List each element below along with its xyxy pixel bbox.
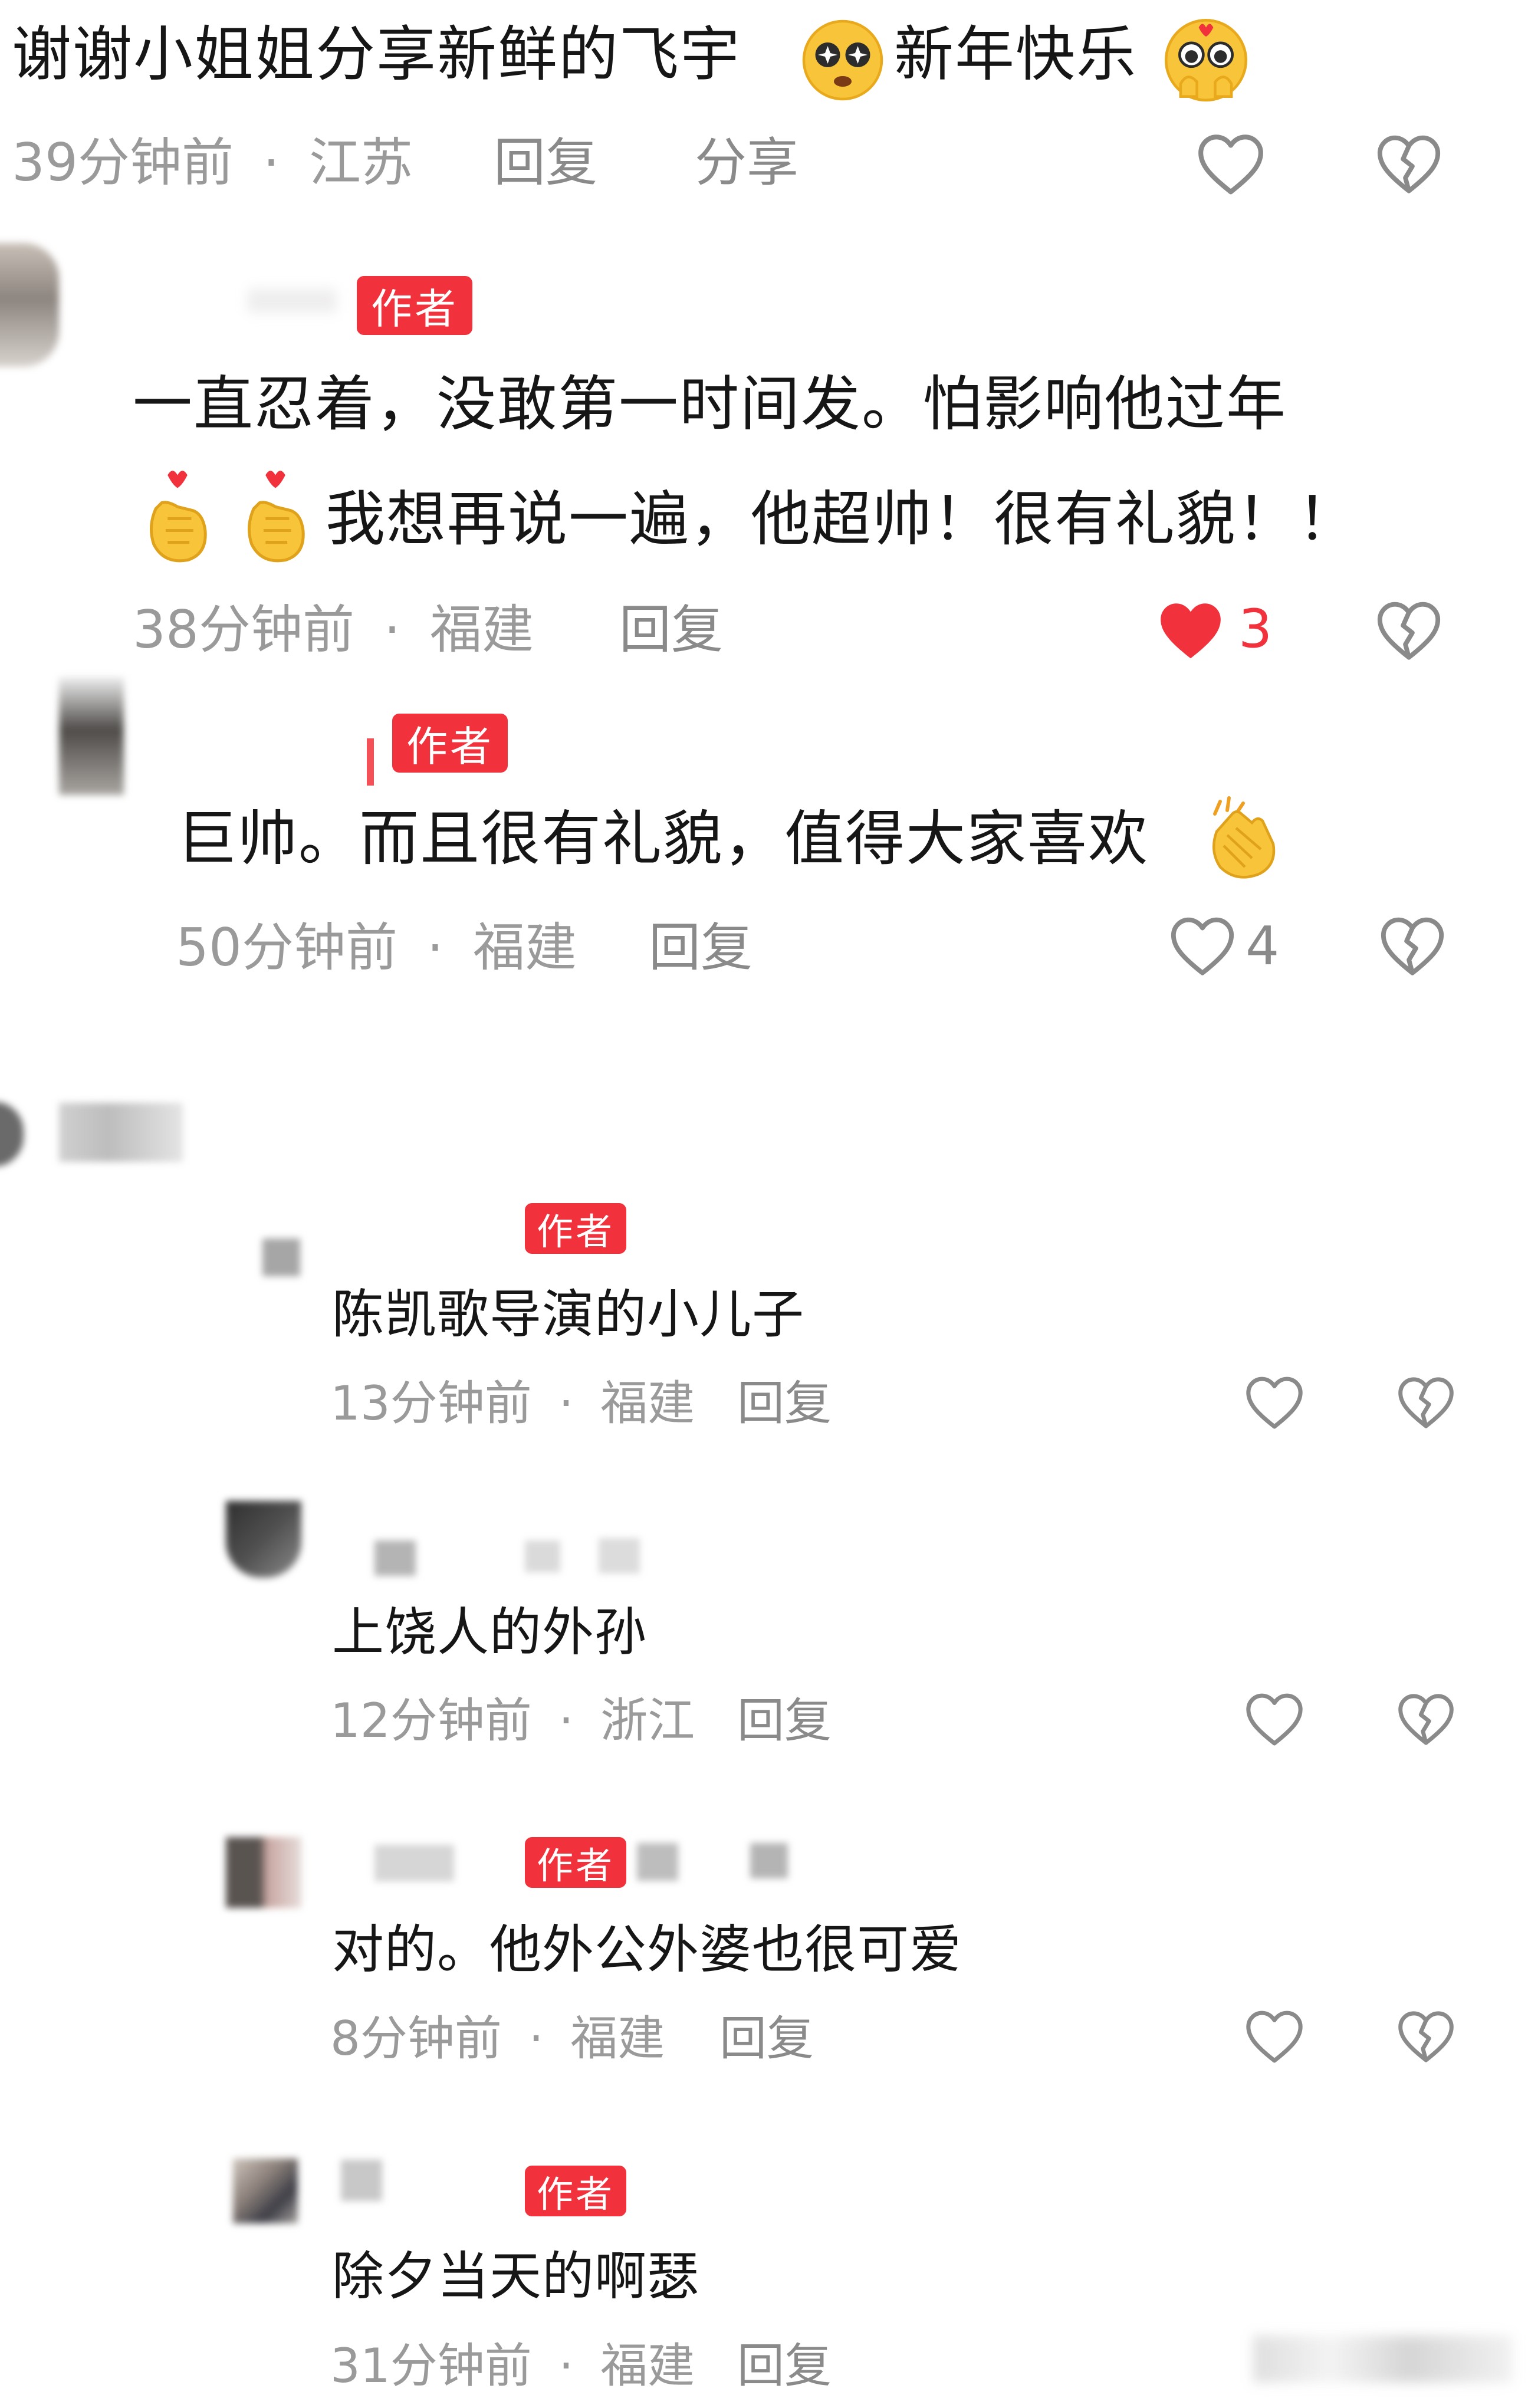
pleading-face-icon [1161,13,1251,104]
watermark [1253,2335,1513,2383]
username-blurred [341,2160,382,2201]
username-blurred [750,1843,788,1878]
like-count: 3 [1238,598,1273,660]
avatar[interactable] [226,1837,301,1908]
comment-2-line-1: 一直忍着，没敢第一时间发。怕影响他过年 [133,369,1287,439]
heart-hands-icon [138,467,217,567]
location: 福建 [429,599,534,660]
author-badge: 作者 [525,1203,627,1254]
avatar[interactable] [226,1501,301,1578]
username-blurred [599,1538,640,1573]
avatar[interactable] [59,677,124,795]
timestamp: 39分钟前 [12,132,234,193]
location: 福建 [600,1376,695,1431]
broken-heart-icon[interactable] [1395,2005,1457,2067]
avatar[interactable] [0,1102,24,1167]
comment-2-line-2: 我想再说一遍，他超帅！很有礼貌！！ [326,484,1359,554]
location: 福建 [600,2338,695,2393]
author-badge: 作者 [525,1837,627,1888]
timestamp: 31分钟前 [330,2338,532,2393]
reply-2-text: 上饶人的外孙 [332,1602,648,1663]
reply-button[interactable]: 回复 [737,1380,832,1427]
reply-2-meta: 12分钟前 · 浙江 [330,1693,695,1748]
reply-4-text: 除夕当天的啊瑟 [332,2246,700,2307]
username-blurred [248,289,336,313]
username-blurred [374,1540,416,1576]
timestamp: 12分钟前 [330,1693,532,1748]
username-blurred [525,1540,560,1572]
reply-1-meta: 13分钟前 · 福建 [330,1376,695,1431]
reply-3-text: 对的。他外公外婆也很可爱 [332,1919,962,1980]
reply-button[interactable]: 回复 [494,137,597,189]
author-badge: 作者 [525,2166,627,2216]
reply-button[interactable]: 回复 [649,922,753,974]
broken-heart-icon[interactable] [1374,129,1444,198]
comment-3-text: 巨帅。而且很有礼貌，值得大家喜欢 [177,804,1149,873]
timestamp: 38分钟前 [133,599,354,660]
comment-1-text-tail: 新年快乐 [894,19,1138,89]
starry-eyed-face-icon [797,14,888,103]
reply-button[interactable]: 回复 [737,1697,832,1745]
timestamp: 13分钟前 [330,1376,532,1431]
like-count: 4 [1246,915,1280,977]
location: 福建 [472,917,577,978]
heart-outline-icon[interactable] [1243,1371,1306,1433]
avatar[interactable] [233,2159,298,2223]
location: 福建 [570,2011,665,2066]
heart-outline-icon[interactable] [1243,1688,1306,1749]
username-blurred [637,1843,678,1881]
reply-3-meta: 8分钟前 · 福建 [330,2011,665,2066]
comment-1-text: 谢谢小姐姐分享新鲜的飞宇 [12,25,741,84]
heart-hands-icon [236,467,315,567]
reply-button[interactable]: 回复 [737,2343,832,2390]
author-badge: 作者 [357,276,472,335]
avatar[interactable] [262,1239,300,1276]
author-badge: 作者 [392,714,508,773]
broken-heart-icon[interactable] [1395,1371,1457,1433]
reply-1-text: 陈凯歌导演的小儿子 [332,1284,805,1345]
username-blurred [374,1845,454,1881]
share-button[interactable]: 分享 [695,137,798,189]
heart-outline-icon[interactable] [1243,2005,1306,2067]
heart-outline-icon[interactable] [1195,129,1267,198]
reply-button[interactable]: 回复 [619,604,723,656]
username-blurred [59,1103,183,1162]
location: 江苏 [308,132,413,193]
comment-1-meta: 39分钟前 · 江苏 [12,132,413,193]
heart-filled-icon[interactable] [1155,596,1227,664]
clapping-hands-icon [1197,793,1286,888]
name-marker [367,738,374,786]
broken-heart-icon[interactable] [1374,596,1444,664]
comment-3-meta: 50分钟前 · 福建 [176,917,577,978]
broken-heart-icon[interactable] [1395,1688,1457,1749]
comment-1-text-a: 谢谢小姐姐分享新鲜的飞宇 [12,19,741,89]
timestamp: 50分钟前 [176,917,397,978]
timestamp: 8分钟前 [330,2011,502,2066]
reply-4-meta: 31分钟前 · 福建 [330,2338,695,2393]
broken-heart-icon[interactable] [1378,911,1447,980]
heart-outline-icon[interactable] [1168,911,1237,980]
reply-button[interactable]: 回复 [719,2015,814,2062]
location: 浙江 [600,1693,695,1748]
comment-2-meta: 38分钟前 · 福建 [133,599,534,660]
avatar[interactable] [0,243,59,367]
